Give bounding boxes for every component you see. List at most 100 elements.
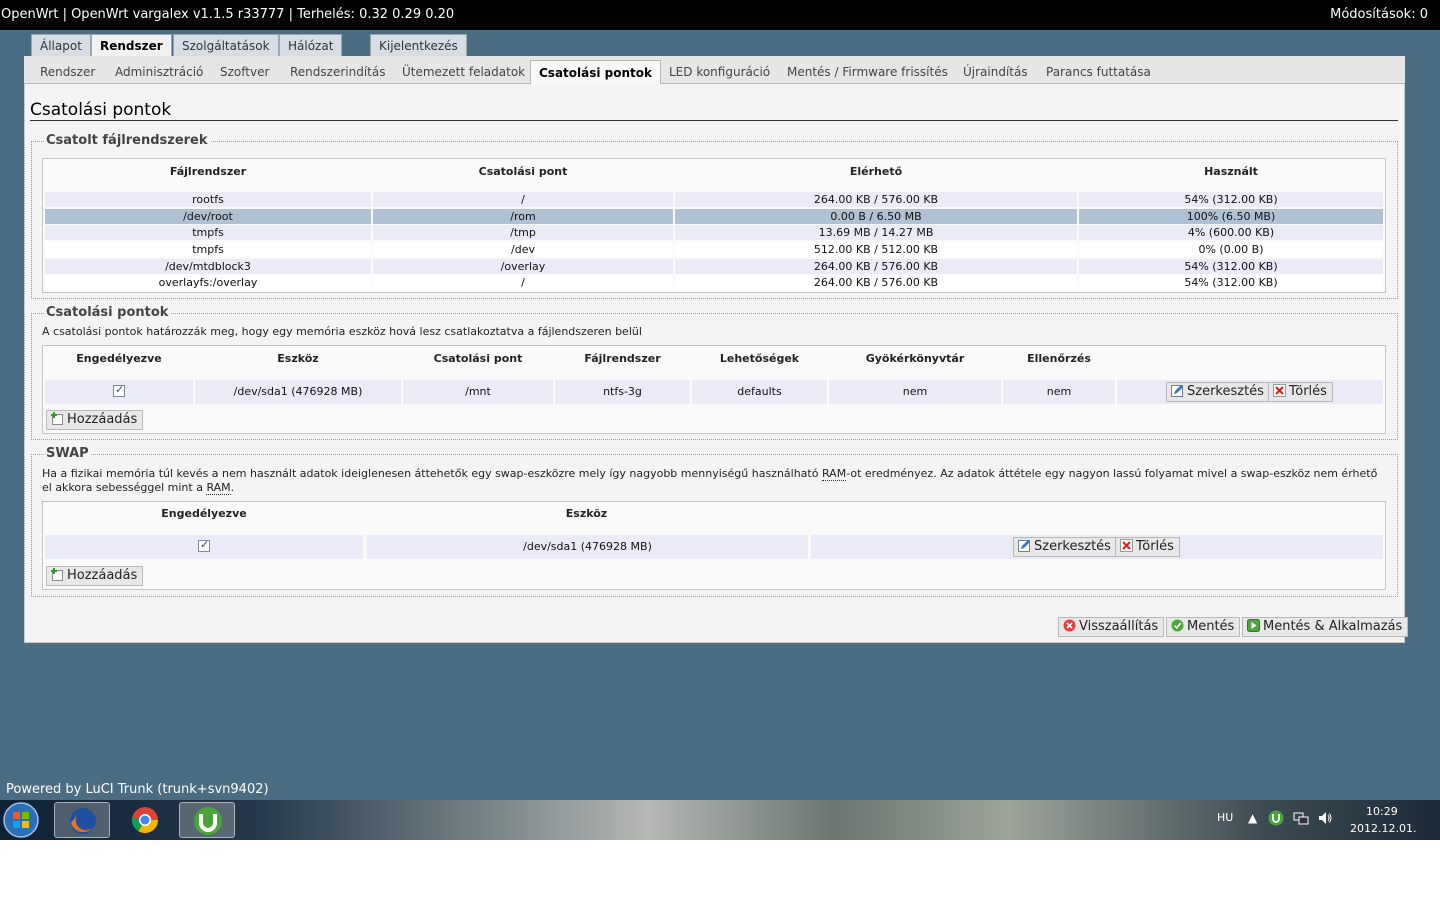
subtab-ujrainditas[interactable]: Újraindítás	[963, 65, 1028, 79]
clock-time[interactable]: 10:29	[1366, 805, 1398, 818]
table-cell: /overlay	[373, 259, 673, 274]
swap-edit-button[interactable]: Szerkesztés	[1013, 537, 1117, 557]
subtab-utemezett-feladatok[interactable]: Ütemezett feladatok	[402, 65, 525, 79]
table-cell: /rom	[373, 209, 673, 224]
changes-counter[interactable]: Módosítások: 0	[1330, 7, 1428, 22]
mount-add-button[interactable]: Hozzáadás	[46, 410, 144, 430]
swap-add-label: Hozzáadás	[67, 568, 138, 583]
table-cell: /dev/mtdblock3	[45, 259, 371, 274]
subtab-adminisztracio[interactable]: Adminisztráció	[115, 65, 203, 79]
blank-area	[0, 840, 1440, 900]
mount-options: defaults	[692, 380, 827, 404]
subtab-mentes-firmware[interactable]: Mentés / Firmware frissítés	[787, 65, 948, 79]
swap-device: /dev/sda1 (476928 MB)	[367, 535, 808, 559]
save-button[interactable]: Mentés	[1166, 617, 1241, 637]
col-header-used: Használt	[1204, 165, 1258, 178]
taskbar-utorrent[interactable]	[179, 802, 235, 838]
mount-device: /dev/sda1 (476928 MB)	[195, 380, 401, 404]
table-cell: 264.00 KB / 576.00 KB	[675, 275, 1077, 290]
mount-enabled-checkbox[interactable]	[113, 383, 125, 397]
firefox-icon	[70, 808, 96, 834]
table-cell: 13.69 MB / 14.27 MB	[675, 225, 1077, 240]
table-cell: /dev/root	[45, 209, 371, 224]
col-header-mountpoint: Csatolási pont	[433, 352, 523, 365]
table-cell: 264.00 KB / 576.00 KB	[675, 192, 1077, 207]
table-cell: tmpfs	[45, 225, 371, 240]
col-header-check: Ellenőrzés	[1027, 352, 1091, 365]
tab-halozat[interactable]: Hálózat	[279, 34, 343, 56]
tray-expand-icon[interactable]: ▲	[1248, 811, 1257, 825]
delete-icon	[1273, 384, 1286, 397]
header-bar: OpenWrt | OpenWrt vargalex v1.1.5 r33777…	[0, 0, 1440, 30]
swap-edit-label: Szerkesztés	[1034, 539, 1111, 554]
swap-desc-part: Ha a fizikai memória túl kevés a nem has…	[42, 467, 822, 480]
save-apply-label: Mentés & Alkalmazás	[1263, 619, 1403, 634]
subtab-rendszer[interactable]: Rendszer	[40, 65, 95, 79]
subtab-parancs-futtatasa[interactable]: Parancs futtatása	[1046, 65, 1151, 79]
table-cell: 0% (0.00 B)	[1079, 242, 1383, 257]
edit-icon	[1171, 385, 1183, 397]
mount-edit-label: Szerkesztés	[1187, 384, 1264, 399]
mount-edit-button[interactable]: Szerkesztés	[1166, 382, 1270, 402]
network-icon[interactable]	[1293, 810, 1309, 829]
swap-delete-button[interactable]: Törlés	[1115, 537, 1180, 557]
tab-allapot[interactable]: Állapot	[31, 34, 91, 56]
start-button[interactable]	[2, 801, 40, 839]
mount-enabled-cell	[45, 380, 193, 404]
table-cell: 264.00 KB / 576.00 KB	[675, 259, 1077, 274]
reset-label: Visszaállítás	[1079, 619, 1159, 634]
swap-enabled-checkbox[interactable]	[198, 538, 210, 552]
mount-delete-button[interactable]: Törlés	[1268, 382, 1333, 402]
subtab-csatolasi-pontok[interactable]: Csatolási pontok	[530, 60, 662, 84]
swap-enabled-cell	[45, 535, 363, 559]
window-title: OpenWrt | OpenWrt vargalex v1.1.5 r33777…	[1, 7, 455, 22]
subtab-led-konfiguracio[interactable]: LED konfiguráció	[669, 65, 770, 79]
reset-button[interactable]: Visszaállítás	[1058, 617, 1165, 637]
swap-desc-part: .	[230, 481, 235, 494]
table-cell: 54% (312.00 KB)	[1079, 259, 1383, 274]
table-cell: tmpfs	[45, 242, 371, 257]
subtab-rendszerinditas[interactable]: Rendszerindítás	[290, 65, 385, 79]
col-header-enabled: Engedélyezve	[161, 507, 247, 520]
add-icon	[51, 568, 63, 581]
table-cell: overlayfs:/overlay	[45, 275, 371, 290]
taskbar-chrome[interactable]	[117, 802, 173, 838]
col-header-enabled: Engedélyezve	[76, 352, 162, 365]
table-cell: 4% (600.00 KB)	[1079, 225, 1383, 240]
mount-add-label: Hozzáadás	[67, 412, 138, 427]
table-cell: /dev	[373, 242, 673, 257]
page-title: Csatolási pontok	[30, 100, 172, 120]
swap-legend: SWAP	[44, 446, 91, 461]
mount-check: nem	[1003, 380, 1115, 404]
language-indicator[interactable]: HU	[1217, 811, 1233, 824]
mounted-fs-legend: Csatolt fájlrendszerek	[44, 133, 210, 148]
taskbar-firefox[interactable]	[54, 802, 110, 838]
ram-abbr: RAM	[206, 481, 231, 495]
delete-icon	[1120, 539, 1133, 552]
swap-description: Ha a fizikai memória túl kevés a nem has…	[42, 467, 1382, 495]
apply-icon	[1247, 619, 1260, 632]
mount-root: nem	[829, 380, 1001, 404]
table-cell: 0.00 B / 6.50 MB	[675, 209, 1077, 224]
mount-filesystem: ntfs-3g	[555, 380, 690, 404]
swap-add-button[interactable]: Hozzáadás	[46, 566, 144, 586]
save-icon	[1171, 619, 1184, 632]
clock-date[interactable]: 2012.12.01.	[1350, 822, 1416, 835]
table-cell: /	[373, 192, 673, 207]
tray-utorrent-icon[interactable]	[1268, 810, 1284, 829]
mount-delete-label: Törlés	[1289, 384, 1327, 399]
tab-kijelentkezes[interactable]: Kijelentkezés	[370, 34, 467, 56]
volume-icon[interactable]	[1317, 810, 1333, 829]
tab-rendszer[interactable]: Rendszer	[91, 34, 172, 58]
mount-point: /mnt	[403, 380, 553, 404]
save-apply-button[interactable]: Mentés & Alkalmazás	[1242, 617, 1409, 637]
table-cell: /tmp	[373, 225, 673, 240]
table-cell: 54% (312.00 KB)	[1079, 192, 1383, 207]
subtab-szoftver[interactable]: Szoftver	[220, 65, 269, 79]
col-header-filesystem: Fájlrendszer	[169, 165, 247, 178]
col-header-root: Gyökérkönyvtár	[865, 352, 965, 365]
mountpoints-description: A csatolási pontok határozzák meg, hogy …	[42, 325, 642, 338]
tab-szolgaltatasok[interactable]: Szolgáltatások	[173, 34, 279, 56]
col-header-filesystem: Fájlrendszer	[584, 352, 661, 365]
swap-delete-label: Törlés	[1136, 539, 1174, 554]
